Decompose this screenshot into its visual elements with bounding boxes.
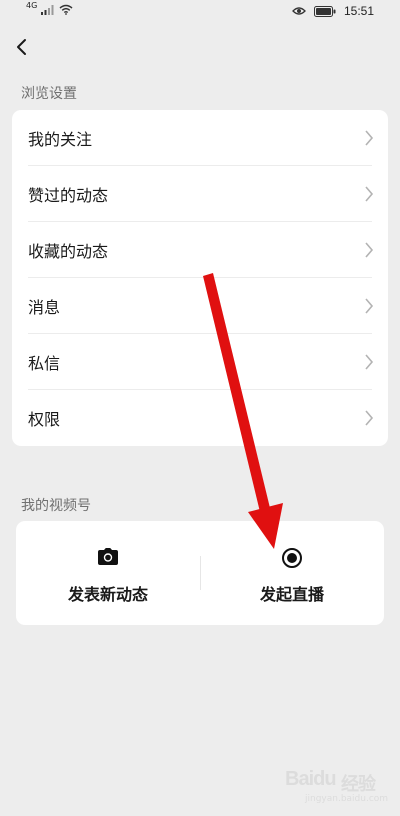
row-saved-posts[interactable]: 收藏的动态 <box>12 222 388 278</box>
post-new-moment-button[interactable]: 发表新动态 <box>16 521 200 625</box>
channels-card: 发表新动态 发起直播 <box>16 521 384 625</box>
row-label: 消息 <box>28 298 61 317</box>
chevron-right-icon <box>365 410 374 426</box>
row-label: 收藏的动态 <box>28 242 109 261</box>
eye-icon <box>292 7 306 15</box>
watermark-sub: jingyan.baidu.com <box>305 794 389 804</box>
back-arrow-icon <box>17 39 26 55</box>
chevron-right-icon <box>365 130 374 146</box>
chevron-right-icon <box>365 242 374 258</box>
start-live-button[interactable]: 发起直播 <box>200 521 384 625</box>
chevron-right-icon <box>365 186 374 202</box>
baidu-watermark: Baidu 经验 jingyan.baidu.com <box>285 758 390 806</box>
status-right: 15:51 <box>292 4 374 18</box>
clock: 15:51 <box>343 4 374 18</box>
watermark-brand: Baidu <box>285 768 337 790</box>
nav-bar <box>0 26 400 76</box>
row-permissions[interactable]: 权限 <box>12 390 388 446</box>
watermark-text: 经验 <box>341 774 376 794</box>
row-liked-posts[interactable]: 赞过的动态 <box>12 166 388 222</box>
status-left: 4G <box>26 1 73 15</box>
start-live-label: 发起直播 <box>259 585 324 604</box>
row-private-messages[interactable]: 私信 <box>12 334 388 390</box>
chevron-right-icon <box>365 354 374 370</box>
post-new-moment-label: 发表新动态 <box>67 585 148 604</box>
signal-icon <box>41 4 54 15</box>
my-channels-header: 我的视频号 <box>21 498 91 514</box>
network-type: 4G <box>26 1 38 10</box>
chevron-right-icon <box>365 298 374 314</box>
back-button[interactable] <box>8 32 38 62</box>
row-my-follows[interactable]: 我的关注 <box>12 110 388 166</box>
battery-icon <box>313 5 336 17</box>
browse-settings-card: 我的关注 赞过的动态 收藏的动态 消息 私信 权限 <box>12 110 388 446</box>
row-label: 赞过的动态 <box>28 186 109 205</box>
live-record-icon <box>282 548 302 568</box>
wifi-icon <box>59 4 73 15</box>
row-label: 我的关注 <box>28 130 93 149</box>
camera-icon <box>98 548 118 565</box>
status-bar: 4G 15:51 <box>0 0 400 26</box>
row-label: 私信 <box>28 354 61 373</box>
browse-settings-header: 浏览设置 <box>21 86 77 102</box>
row-messages[interactable]: 消息 <box>12 278 388 334</box>
row-label: 权限 <box>28 410 61 429</box>
